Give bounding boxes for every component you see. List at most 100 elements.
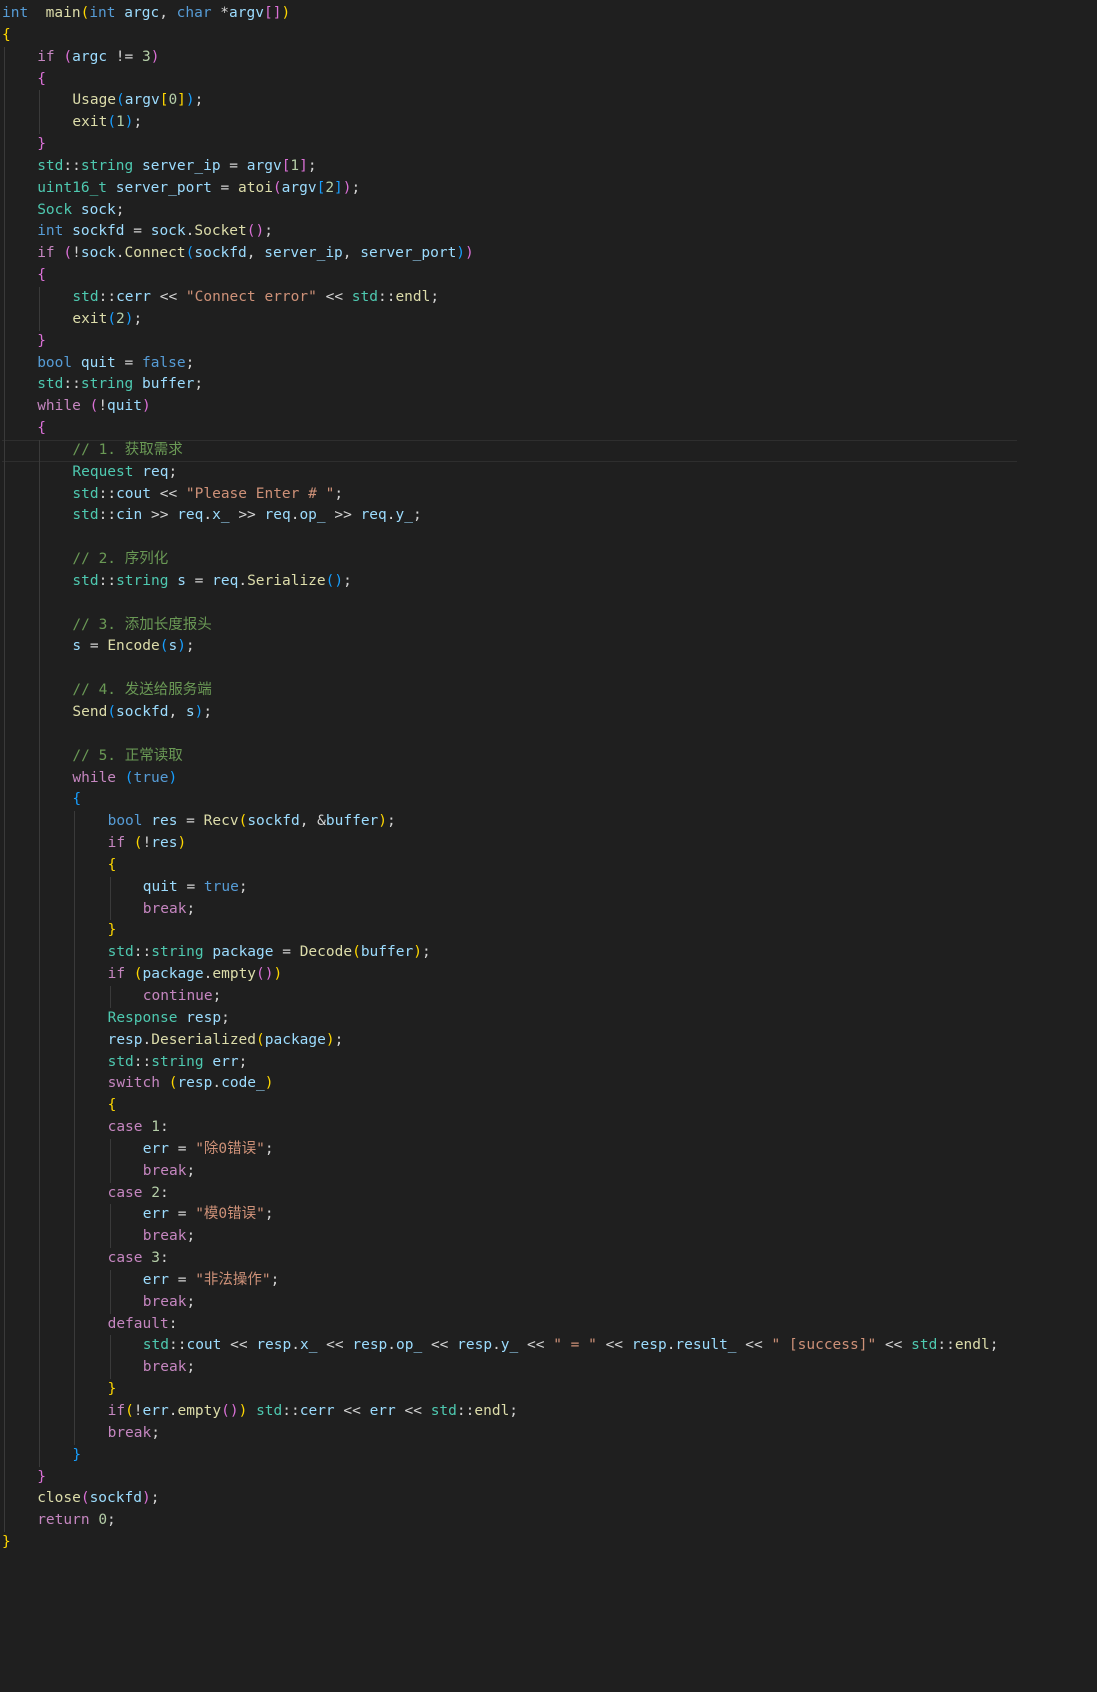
code-line[interactable]: int main(int argc, char *argv[]) [2,3,1017,25]
code-line[interactable]: // 4. 发送给服务端 [2,680,1017,702]
indent-guide [4,1117,5,1139]
code-line[interactable]: std::string err; [2,1051,1017,1074]
code-line[interactable]: case 3: [2,1248,1017,1270]
code-token: << [221,1337,257,1354]
code-line[interactable]: std::cout << resp.x_ << resp.op_ << resp… [2,1335,1017,1358]
code-line[interactable]: // 1. 获取需求 [2,439,1017,462]
code-line[interactable]: case 2: [2,1182,1017,1205]
indent-guide [109,1335,111,1358]
code-line[interactable]: } [2,1379,1017,1401]
code-line[interactable]: } [2,920,1017,943]
code-line[interactable]: case 1: [2,1117,1017,1139]
code-token: if [37,245,55,262]
code-line[interactable]: } [2,330,1017,353]
code-line[interactable]: Sock sock; [2,199,1017,222]
code-line[interactable]: while (true) [2,767,1017,790]
code-line[interactable]: // 2. 序列化 [2,549,1017,571]
code-token: . [203,507,213,524]
code-line[interactable]: while (!quit) [2,396,1017,419]
code-line[interactable]: bool res = Recv(sockfd, &buffer); [2,811,1017,834]
code-line[interactable]: } [2,1466,1017,1489]
code-token: exit [72,114,108,131]
code-token: { [72,791,82,808]
code-line[interactable]: continue; [2,985,1017,1008]
code-line[interactable]: default: [2,1313,1017,1336]
code-line[interactable]: Request req; [2,461,1017,484]
code-line[interactable]: std::string buffer; [2,374,1017,397]
code-line[interactable]: uint16_t server_port = atoi(argv[2]); [2,177,1017,200]
code-line[interactable]: std::string package = Decode(buffer); [2,942,1017,965]
indent-guide [109,1138,111,1161]
code-line[interactable]: break; [2,1422,1017,1445]
code-line[interactable]: { [2,418,1017,440]
code-line[interactable]: if (argc != 3) [2,46,1017,69]
indent-guide [74,1029,76,1052]
code-line[interactable]: std::cerr << "Connect error" << std::end… [2,286,1017,309]
code-token: } [2,1534,11,1551]
indent-guide [74,1138,76,1161]
code-token: ( [89,398,99,415]
code-line[interactable]: resp.Deserialized(package); [2,1029,1017,1052]
code-line[interactable]: if(!err.empty()) std::cerr << err << std… [2,1401,1017,1423]
code-line[interactable]: s = Encode(s); [2,636,1017,659]
code-token: 3 [141,48,151,65]
indent-guide [4,1488,5,1511]
code-line[interactable]: // 3. 添加长度报头 [2,614,1017,637]
code-line[interactable]: break; [2,1291,1017,1314]
code-line[interactable]: break; [2,1160,1017,1183]
code-line[interactable]: if (!sock.Connect(sockfd, server_ip, ser… [2,243,1017,266]
code-line[interactable]: Usage(argv[0]); [2,90,1017,113]
code-token: : [168,1315,178,1332]
code-line[interactable]: } [2,1444,1017,1467]
code-line[interactable]: err = "非法操作"; [2,1269,1017,1292]
code-line[interactable]: exit(2); [2,308,1017,331]
code-token: package [142,966,204,983]
code-token: int [37,223,64,240]
code-line[interactable]: exit(1); [2,112,1017,135]
code-token: = [185,572,213,589]
code-line[interactable]: break; [2,1357,1017,1380]
code-line[interactable]: { [2,265,1017,287]
code-token: sockfd [247,813,300,830]
code-line[interactable]: int sockfd = sock.Socket(); [2,221,1017,244]
code-line[interactable]: { [2,68,1017,91]
code-line[interactable] [2,723,1017,746]
code-line[interactable]: std::string server_ip = argv[1]; [2,155,1017,178]
code-line[interactable]: std::cin >> req.x_ >> req.op_ >> req.y_; [2,505,1017,528]
code-token: // 5. 正常读取 [72,747,183,764]
code-line[interactable]: { [2,789,1017,812]
indent-guide [39,745,41,768]
code-token: ) [264,1075,274,1092]
code-line[interactable]: break; [2,898,1017,921]
code-line[interactable]: err = "除0错误"; [2,1138,1017,1161]
code-line[interactable]: close(sockfd); [2,1488,1017,1511]
indent-guide [74,1335,76,1358]
code-line[interactable]: if (!res) [2,833,1017,855]
code-line[interactable]: { [2,25,1017,47]
code-line[interactable]: Send(sockfd, s); [2,702,1017,724]
code-line[interactable]: switch (resp.code_) [2,1073,1017,1096]
code-line[interactable]: return 0; [2,1510,1017,1533]
code-token: ( [133,835,143,852]
code-line[interactable] [2,658,1017,681]
code-line[interactable]: if (package.empty()) [2,964,1017,986]
code-lines[interactable]: int main(int argc, char *argv[]){if (arg… [2,3,1017,1554]
code-line[interactable] [2,527,1017,550]
code-line[interactable]: quit = true; [2,876,1017,899]
code-line[interactable]: std::cout << "Please Enter # "; [2,483,1017,506]
code-editor[interactable]: int main(int argc, char *argv[]){if (arg… [0,0,1017,1568]
code-line[interactable]: } [2,134,1017,156]
code-token: << [150,288,186,305]
code-line[interactable]: break; [2,1226,1017,1249]
code-line[interactable]: err = "模0错误"; [2,1204,1017,1227]
code-line[interactable]: } [2,1532,1017,1554]
code-line[interactable] [2,592,1017,615]
code-line[interactable]: // 5. 正常读取 [2,745,1017,768]
code-line[interactable]: { [2,1095,1017,1118]
code-line[interactable]: bool quit = false; [2,352,1017,375]
code-line[interactable]: { [2,854,1017,877]
code-line[interactable]: Response resp; [2,1007,1017,1030]
indent-guide [4,461,5,484]
code-line[interactable]: std::string s = req.Serialize(); [2,570,1017,593]
